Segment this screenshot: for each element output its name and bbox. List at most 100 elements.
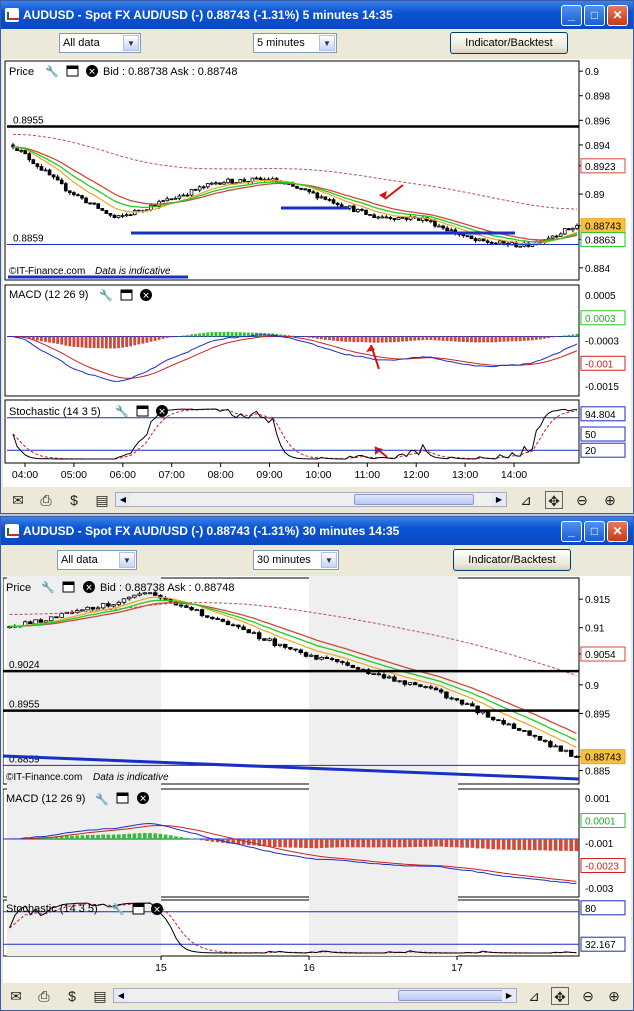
zoom-in-icon[interactable]: ⊕ [601,491,619,509]
currency-icon[interactable]: $ [63,987,81,1005]
macd-histogram-bar [44,336,47,342]
close-button[interactable]: ✕ [607,5,628,26]
macd-histogram-bar [470,336,473,343]
horizontal-scrollbar[interactable]: ◀ ▶ [113,988,517,1003]
scroll-right-icon[interactable]: ▶ [502,989,516,1002]
chevron-down-icon[interactable]: ▼ [123,35,139,51]
candle-body [47,169,52,176]
macd-histogram-bar [372,336,376,343]
wrench-icon[interactable]: 🔧 [95,792,109,806]
candle-body [574,756,579,758]
macd-histogram-bar [307,336,311,338]
document-icon[interactable]: ▤ [91,987,109,1005]
chart-area[interactable]: 0.9024 0.8955 0.8859 Price 🔧 ✕ Bid : 0.887… [2,572,631,986]
candle-body [550,235,555,239]
macd-histogram-bar [522,336,526,341]
chevron-down-icon[interactable]: ▼ [321,552,337,568]
candle-body [388,216,393,219]
macd-histogram-bar [445,336,449,342]
window-title: AUDUSD - Spot FX AUD/USD (-) 0.88743 (-1… [23,8,393,22]
macd-histogram-bar [132,833,137,839]
macd-histogram-bar [288,839,293,848]
wrench-icon[interactable]: 🔧 [111,902,125,916]
scroll-left-icon[interactable]: ◀ [116,493,130,506]
macd-histogram-bar [376,336,380,343]
print-icon[interactable]: ⎙ [35,987,53,1005]
maximize-button[interactable]: □ [584,521,605,542]
candle-body [84,197,88,204]
candle-body [303,652,309,657]
scroll-left-icon[interactable]: ◀ [114,989,128,1002]
wrench-icon[interactable]: 🔧 [115,404,129,418]
zoom-out-icon[interactable]: ⊖ [573,491,591,509]
crosshair-icon[interactable]: ✥ [545,491,563,509]
candle-body [214,182,218,185]
zoom-in-icon[interactable]: ⊕ [605,987,623,1005]
currency-icon[interactable]: $ [65,491,83,509]
macd-histogram-bar [186,335,189,337]
document-icon[interactable]: ▤ [93,491,111,509]
bottom-toolbar: ✉ ⎙ $ ▤ ◀ ▶ ⊿ ✥ ⊖ ⊕ [1,983,633,1009]
wrench-icon[interactable]: 🔧 [41,580,55,594]
macd-histogram-bar [165,336,169,338]
candle-body [352,205,356,213]
maximize-button[interactable]: □ [584,5,605,26]
chart-type-icon[interactable]: ⊿ [525,987,543,1005]
x-tick-label: 04:00 [12,469,38,481]
chart-type-icon[interactable]: ⊿ [517,491,535,509]
y-tick-label: 0.915 [585,595,610,606]
scroll-right-icon[interactable]: ▶ [492,493,506,506]
interval-select[interactable]: 5 minutes ▼ [253,33,337,53]
candle-body [571,227,575,231]
macd-histogram-bar [133,336,137,346]
wrench-icon[interactable]: 🔧 [99,288,113,302]
zoom-out-icon[interactable]: ⊖ [579,987,597,1005]
macd-histogram-bar [368,336,372,343]
scroll-thumb[interactable] [398,990,504,1001]
title-bar[interactable]: AUDUSD - Spot FX AUD/USD (-) 0.88743 (-1… [1,1,633,29]
candle-body [380,216,385,219]
stoch-tick-label: 94.804 [585,410,616,421]
chart-30min[interactable]: 0.90240.89550.8859 Price 🔧 ✕ Bid : 0.887… [2,572,631,986]
y-tick-label: 0.898 [585,92,610,103]
print-icon[interactable]: ⎙ [37,491,55,509]
candle-body [327,199,332,201]
macd-histogram-bar [340,336,344,342]
crosshair-icon[interactable]: ✥ [551,987,569,1005]
macd-histogram-bar [491,839,496,850]
interval-select[interactable]: 30 minutes ▼ [253,550,339,570]
macd-histogram-bar [564,839,568,851]
wrench-icon[interactable]: 🔧 [45,64,59,78]
candle-body [177,195,182,199]
candle-body [537,736,543,741]
chevron-down-icon[interactable]: ▼ [319,35,335,51]
minimize-button[interactable]: _ [561,5,582,26]
mail-icon[interactable]: ✉ [7,987,25,1005]
x-tick-label: 17 [451,962,463,974]
candle-body [449,229,454,232]
range-select[interactable]: All data ▼ [57,550,137,570]
range-select[interactable]: All data ▼ [59,33,141,53]
macd-histogram-bar [283,839,288,848]
macd-histogram-bar [70,835,74,839]
candle-body [246,629,252,634]
macd-histogram-bar [90,834,95,839]
mail-icon[interactable]: ✉ [9,491,27,509]
title-bar[interactable]: AUDUSD - Spot FX AUD/USD (-) 0.88743 (-1… [1,517,633,545]
close-button[interactable]: ✕ [607,521,628,542]
horizontal-scrollbar[interactable]: ◀ ▶ [115,492,507,507]
candle-body [506,723,512,726]
indicator-backtest-button[interactable]: Indicator/Backtest [450,32,568,54]
chevron-down-icon[interactable]: ▼ [119,552,135,568]
scroll-thumb[interactable] [354,494,474,505]
chart-area[interactable]: 0.8955 0.8859 Price 🔧 ✕ Bid : 0.88738 Ask… [3,59,631,489]
macd-histogram-bar [157,336,161,340]
macd-histogram-bar [272,839,277,848]
macd-histogram-bar [145,336,149,343]
macd-histogram-bar [303,336,307,338]
minimize-button[interactable]: _ [561,521,582,542]
chart-5min[interactable]: 0.8955 0.8859 Price 🔧 ✕ Bid : 0.88738 Ask… [3,59,631,489]
macd-histogram-bar [574,839,579,851]
candle-body [339,204,344,208]
indicator-backtest-button[interactable]: Indicator/Backtest [453,549,571,571]
